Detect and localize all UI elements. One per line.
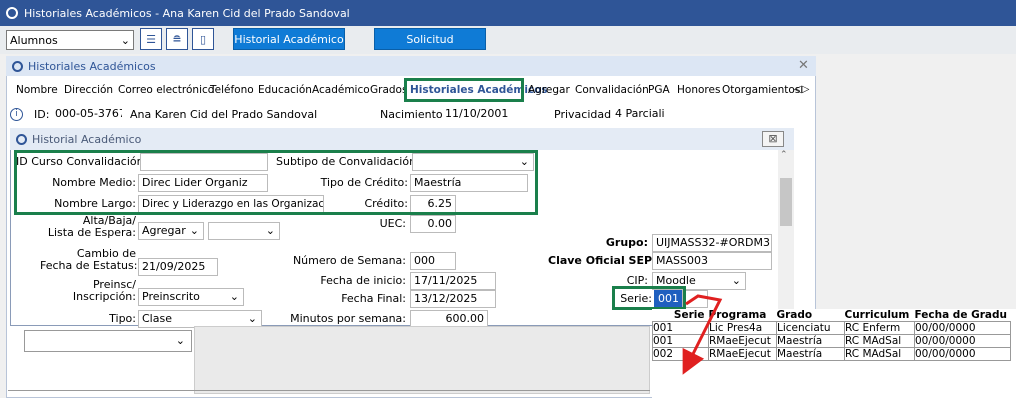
final-input[interactable]: 13/12/2025	[410, 290, 496, 308]
tab-convalidacion[interactable]: Convalidación	[575, 80, 649, 100]
tab-academico[interactable]: Académico	[312, 80, 370, 100]
module-combo-value: Alumnos	[10, 33, 58, 47]
privacy-label: Privacidad:	[554, 108, 615, 121]
dialog-header: Historial Académico	[10, 128, 794, 150]
red-arrow	[682, 294, 723, 375]
chevron-down-icon: ⌄	[229, 290, 239, 303]
cell-fecha: 00/00/0000	[914, 347, 1011, 361]
dialog-close-icon[interactable]: ⊠	[762, 131, 784, 147]
tab-otorgamientos[interactable]: Otorgamientos	[722, 80, 800, 100]
chevron-down-icon: ⌄	[189, 224, 199, 237]
window-title: Historiales Académicos - Ana Karen Cid d…	[24, 6, 350, 20]
highlight-tab-box	[404, 78, 524, 102]
window-icon	[16, 133, 27, 145]
cell-grado: Maestría	[776, 347, 845, 361]
tab-scroll-arrows-icon[interactable]: ◁▷	[794, 80, 809, 100]
database-icon[interactable]: ≘	[166, 28, 188, 50]
chevron-down-icon: ⌄	[175, 334, 185, 347]
tab-correo[interactable]: Correo electrónico	[118, 80, 214, 100]
privacy-value: 4 Parciali	[612, 106, 682, 124]
preinsc-label: Preinsc/ Inscripción:	[72, 278, 136, 303]
cell-curriculum: RC MAdSal	[844, 347, 915, 361]
historial-academico-button[interactable]: Historial Académico	[233, 28, 345, 50]
annotation-arrows	[682, 294, 723, 375]
scrollbar-thumb[interactable]	[780, 178, 792, 226]
uec-label: UEC:	[379, 217, 406, 230]
cell-curriculum: RC MAdSal	[844, 334, 915, 348]
birth-value: 11/10/2001	[442, 106, 522, 124]
cell-grado: Maestría	[776, 334, 845, 348]
app-icon	[6, 7, 18, 19]
alta-secondary-select[interactable]: ⌄	[208, 222, 280, 240]
final-label: Fecha Final:	[341, 292, 406, 305]
cell-grado: Licenciatu	[776, 321, 845, 335]
chevron-down-icon: ⌄	[265, 224, 275, 237]
semana-input[interactable]: 000	[410, 252, 456, 270]
divider	[8, 390, 650, 391]
info-icon: i	[10, 108, 23, 121]
clave-label: Clave Oficial SEP:	[548, 254, 657, 267]
col-curriculum: Curriculum	[844, 309, 910, 321]
col-grado: Grado	[776, 309, 813, 321]
window-icon	[12, 60, 23, 72]
semana-label: Número de Semana:	[292, 254, 406, 267]
cell-fecha: 00/00/0000	[914, 334, 1011, 348]
list-window-header: Historiales Académicos	[6, 56, 816, 76]
chevron-down-icon: ⌄	[247, 312, 257, 325]
cambio-label: Cambio de Fecha de Estatus:	[40, 247, 138, 272]
dialog-title: Historial Académico	[32, 132, 142, 146]
tab-nombre[interactable]: Nombre	[16, 80, 58, 100]
cell-curriculum: RC Enferm	[844, 321, 915, 335]
clipboard-icon[interactable]: ▯	[192, 28, 214, 50]
bottom-select[interactable]: ⌄	[24, 330, 192, 352]
cambio-input[interactable]: 21/09/2025	[138, 258, 218, 276]
grupo-input[interactable]: UIJMASS32-#ORDM3	[652, 234, 772, 252]
grupo-label: Grupo:	[605, 236, 648, 249]
close-icon[interactable]: ✕	[798, 58, 809, 73]
module-combo[interactable]: Alumnos ⌄	[6, 30, 134, 50]
tab-telefono[interactable]: Teléfono	[210, 80, 254, 100]
highlight-convalidacion-box	[14, 150, 538, 215]
dialog-scrollbar[interactable]	[778, 150, 794, 326]
uec-input[interactable]: 0.00	[410, 215, 456, 233]
list-icon[interactable]: ☰	[140, 28, 162, 50]
id-value: 000-05-3767	[52, 106, 122, 124]
inicio-input[interactable]: 17/11/2025	[410, 272, 496, 290]
birth-label: Nacimiento:	[380, 108, 447, 121]
tab-grados[interactable]: Grados	[370, 80, 407, 100]
chevron-down-icon: ⌄	[120, 33, 130, 47]
tab-pga[interactable]: PGA	[648, 80, 670, 100]
bottom-panel	[194, 326, 650, 394]
cell-fecha: 00/00/0000	[914, 321, 1011, 335]
inicio-label: Fecha de inicio:	[320, 274, 406, 287]
col-fecha: Fecha de Gradu	[914, 309, 1007, 321]
window-titlebar: Historiales Académicos - Ana Karen Cid d…	[0, 0, 1016, 26]
tab-honores[interactable]: Honores	[677, 80, 720, 100]
tab-agregar[interactable]: Agregar	[528, 80, 570, 100]
preinsc-select[interactable]: Preinscrito ⌄	[138, 288, 244, 306]
alta-select[interactable]: Agregar ⌄	[138, 222, 204, 240]
student-name: Ana Karen Cid del Prado Sandoval	[130, 108, 318, 121]
clave-input[interactable]: MASS003	[652, 252, 772, 270]
tab-direccion[interactable]: Dirección	[64, 80, 113, 100]
list-window-title: Historiales Académicos	[28, 59, 156, 73]
scroll-up-icon[interactable]: ⌃	[780, 150, 788, 160]
id-label: ID:	[34, 108, 50, 121]
tab-educacion[interactable]: Educación	[258, 80, 312, 100]
tipo-label: Tipo:	[109, 312, 136, 325]
alta-label: Alta/Baja/ Lista de Espera:	[47, 214, 136, 239]
solicitud-button[interactable]: Solicitud	[374, 28, 486, 50]
